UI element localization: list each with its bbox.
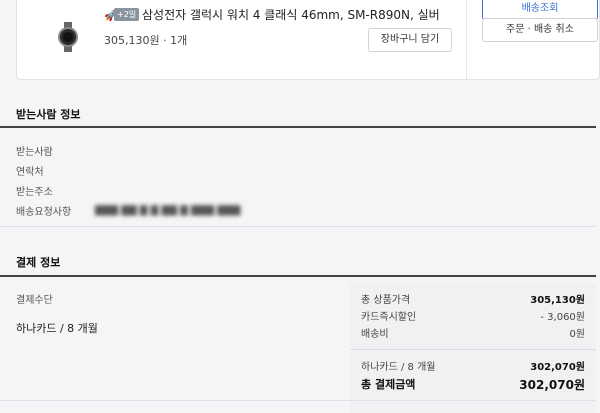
summary-divider bbox=[350, 349, 596, 350]
recipient-section-title: 받는사람 정보 bbox=[16, 108, 81, 121]
recipient-name-label: 받는사람 bbox=[16, 147, 53, 158]
cancel-order-button[interactable]: 주문 · 배송 취소 bbox=[482, 18, 598, 42]
add-to-cart-button[interactable]: 장바구니 담기 bbox=[368, 28, 452, 52]
total-product-price-value: 305,130원 bbox=[530, 295, 585, 306]
card-discount-label: 카드즉시할인 bbox=[361, 312, 417, 323]
card-discount-value: - 3,060원 bbox=[540, 312, 585, 323]
delivery-request-value-redacted: ▇▇▇ ▇▇ ▇ ▇ ▇▇ ▇ ▇▇▇ ▇▇▇ bbox=[95, 205, 241, 216]
shipping-fee-value: 0원 bbox=[569, 329, 585, 340]
delivery-badge: +2일 bbox=[114, 8, 140, 21]
product-name-link[interactable]: 삼성전자 갤럭시 워치 4 클래식 46mm, SM-R890N, 실버 bbox=[142, 6, 440, 23]
order-item-card: 🚀 +2일 삼성전자 갤럭시 워치 4 클래식 46mm, SM-R890N, … bbox=[16, 0, 600, 80]
recipient-section-bottom-rule bbox=[0, 226, 596, 227]
card-installment-value: 302,070원 bbox=[530, 362, 585, 373]
recipient-section-rule bbox=[0, 126, 596, 128]
recipient-address-label: 받는주소 bbox=[16, 187, 53, 198]
card-installment-label: 하나카드 / 8 개월 bbox=[361, 362, 436, 373]
price-quantity: 305,130원 · 1개 bbox=[104, 34, 188, 47]
track-delivery-button[interactable]: 배송조회 bbox=[482, 0, 598, 20]
total-payment-value: 302,070원 bbox=[519, 378, 585, 392]
payment-section-bottom-rule bbox=[0, 400, 596, 401]
shipping-fee-label: 배송비 bbox=[361, 329, 389, 340]
product-thumbnail[interactable] bbox=[53, 22, 83, 52]
card-divider bbox=[466, 0, 467, 80]
payment-section-title: 결제 정보 bbox=[16, 256, 61, 269]
payment-method-value: 하나카드 / 8 개월 bbox=[16, 322, 98, 335]
total-product-price-label: 총 상품가격 bbox=[361, 295, 411, 306]
payment-method-label: 결제수단 bbox=[16, 295, 53, 306]
delivery-request-label: 배송요청사항 bbox=[16, 207, 72, 218]
payment-section-rule bbox=[0, 275, 596, 277]
recipient-phone-label: 연락처 bbox=[16, 167, 44, 178]
total-payment-label: 총 결제금액 bbox=[361, 378, 416, 391]
